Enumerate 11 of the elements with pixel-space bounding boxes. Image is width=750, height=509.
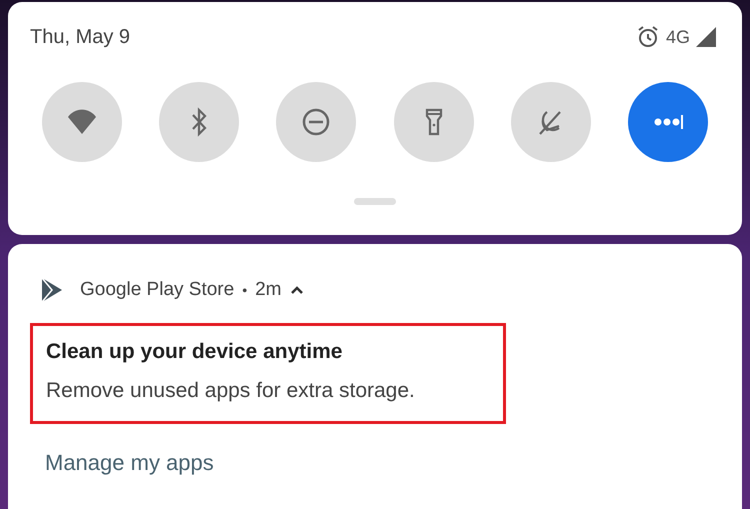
network-type-text: 4G xyxy=(666,26,690,48)
alarm-icon xyxy=(636,25,660,49)
notification-title: Clean up your device anytime xyxy=(46,338,344,364)
action-link[interactable]: Manage my apps xyxy=(45,446,214,478)
signal-icon xyxy=(696,27,716,47)
drag-handle[interactable] xyxy=(354,198,396,205)
app-name-text: Google Play Store xyxy=(80,278,234,302)
date-text: Thu, May 9 xyxy=(30,25,130,50)
notification-body: Remove unused apps for extra storage. xyxy=(46,378,416,404)
time-text: 2m xyxy=(255,278,282,302)
separator-text: • xyxy=(242,280,248,300)
